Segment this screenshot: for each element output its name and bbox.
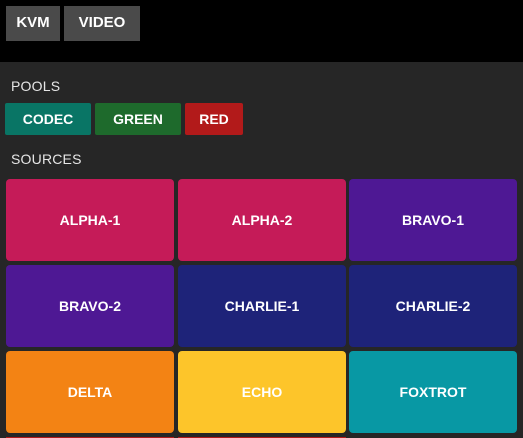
- pool-red[interactable]: RED: [185, 103, 243, 135]
- source-tile-alpha-2[interactable]: ALPHA-2: [178, 179, 346, 261]
- source-tile-echo[interactable]: ECHO: [178, 351, 346, 433]
- sources-heading: SOURCES: [11, 151, 82, 167]
- source-tile-charlie-2[interactable]: CHARLIE-2: [349, 265, 517, 347]
- pool-green[interactable]: GREEN: [95, 103, 181, 135]
- source-tile-delta[interactable]: DELTA: [6, 351, 174, 433]
- tab-video[interactable]: VIDEO: [64, 6, 140, 41]
- source-tile-foxtrot[interactable]: FOXTROT: [349, 351, 517, 433]
- source-tile-bravo-1[interactable]: BRAVO-1: [349, 179, 517, 261]
- routing-panel: POOLS CODEC GREEN RED SOURCES ALPHA-1 AL…: [0, 62, 523, 438]
- top-bar: KVM VIDEO: [0, 0, 523, 62]
- source-tile-charlie-1[interactable]: CHARLIE-1: [178, 265, 346, 347]
- pools-heading: POOLS: [11, 78, 61, 94]
- tab-kvm[interactable]: KVM: [6, 6, 60, 41]
- source-tile-bravo-2[interactable]: BRAVO-2: [6, 265, 174, 347]
- source-tile-alpha-1[interactable]: ALPHA-1: [6, 179, 174, 261]
- pool-codec[interactable]: CODEC: [5, 103, 91, 135]
